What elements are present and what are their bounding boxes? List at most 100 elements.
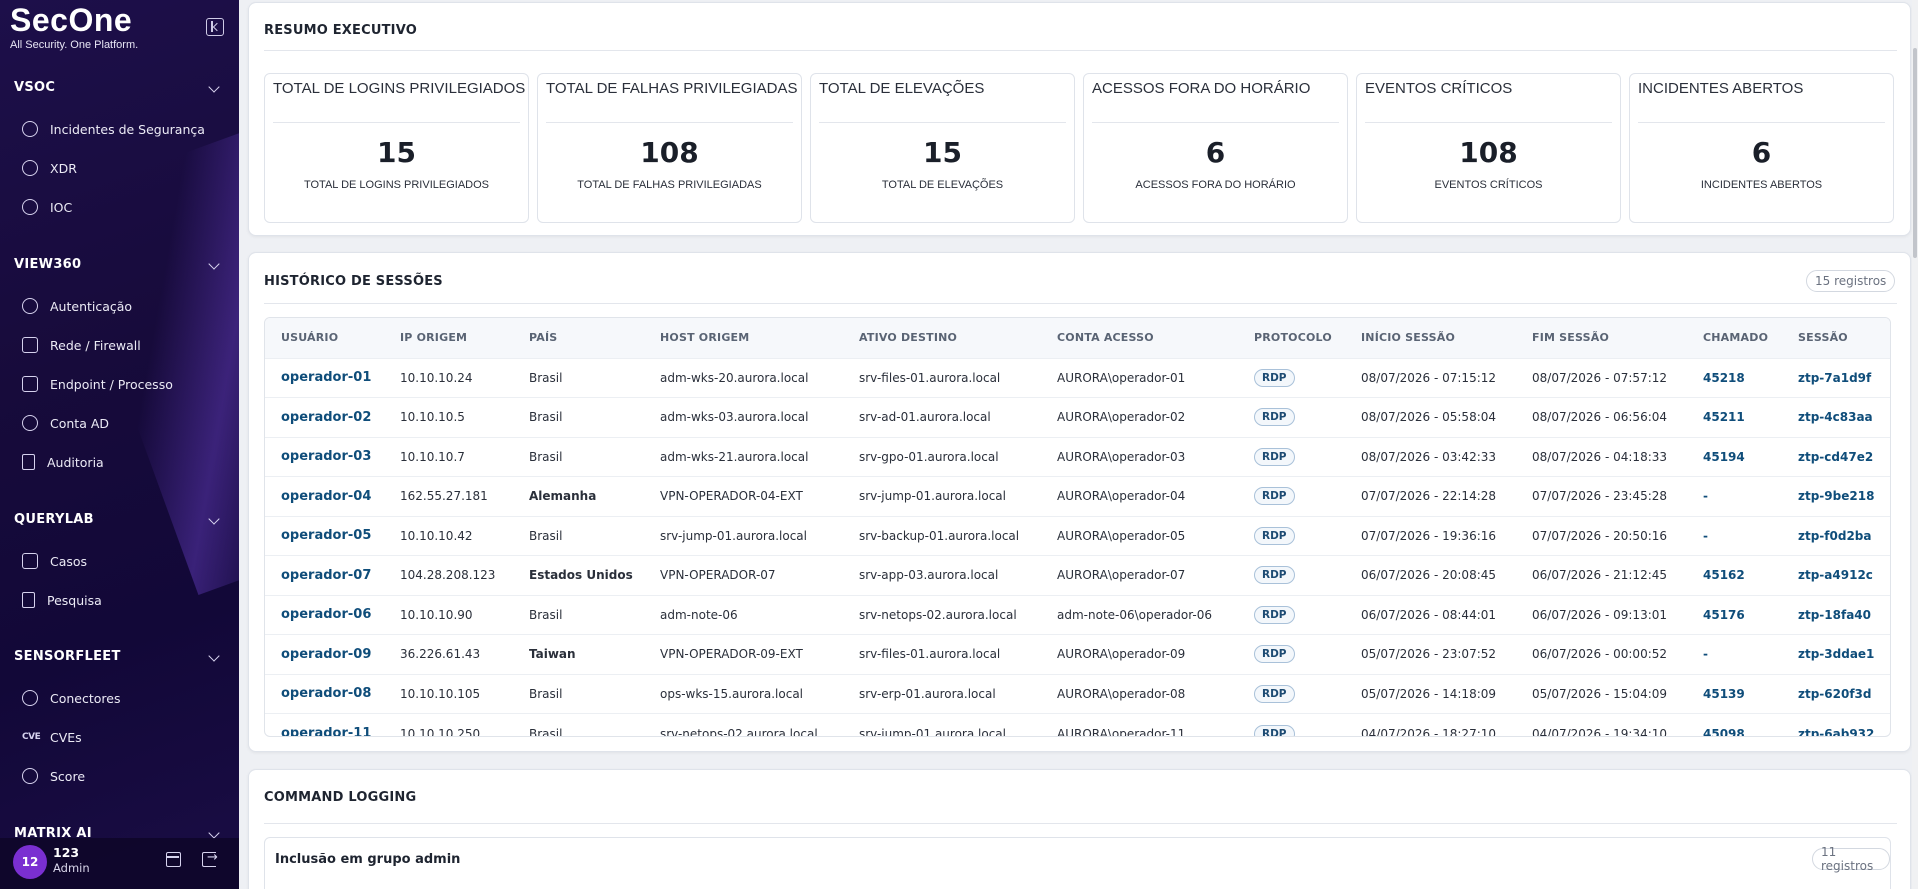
- session-link[interactable]: ztp-3ddae1: [1782, 634, 1890, 674]
- audit-doc-icon: [22, 454, 35, 470]
- kpi-value: 15: [923, 136, 962, 169]
- sidebar: SecOne All Security. One Platform. VSOC …: [0, 0, 239, 889]
- kpi-subtitle: TOTAL DE FALHAS PRIVILEGIADAS: [577, 179, 762, 191]
- divider: [546, 122, 793, 123]
- calendar-icon[interactable]: [166, 852, 181, 867]
- table-row[interactable]: operador-04 162.55.27.181 Alemanha VPN-OPER…: [265, 476, 1890, 516]
- column-header[interactable]: PROTOCOLO: [1238, 318, 1345, 358]
- sessions-table: USUÁRIO IP ORIGEM PAÍS HOST ORIGEM ATIVO DES…: [264, 317, 1891, 737]
- table-row[interactable]: operador-07 104.28.208.123 Estados Unidos V…: [265, 555, 1890, 595]
- divider: [1092, 122, 1339, 123]
- session-link[interactable]: ztp-9be218: [1782, 476, 1890, 516]
- section-vsoc[interactable]: VSOC: [14, 80, 224, 100]
- table-row[interactable]: operador-03 10.10.10.7 Brasil adm-wks-21.au…: [265, 436, 1890, 477]
- user-link[interactable]: operador-09: [265, 634, 384, 674]
- sidebar-item-conta-ad[interactable]: Conta AD: [22, 412, 222, 434]
- sidebar-item-pesquisa[interactable]: Pesquisa: [22, 589, 222, 611]
- session-link[interactable]: ztp-18fa40: [1782, 594, 1890, 635]
- protocol-cell: RDP: [1238, 357, 1345, 398]
- command-group-card[interactable]: Inclusão em grupo admin 11 registros: [264, 837, 1891, 889]
- sidebar-item-rede-firewall[interactable]: Rede / Firewall: [22, 334, 222, 356]
- sidebar-item-endpoint[interactable]: Endpoint / Processo: [22, 373, 222, 395]
- sidebar-item-conectores[interactable]: Conectores: [22, 687, 222, 709]
- user-link[interactable]: operador-05: [265, 515, 384, 556]
- sidebar-item-cves[interactable]: CVE CVEs: [22, 726, 222, 748]
- user-link[interactable]: operador-01: [265, 357, 384, 398]
- sidebar-item-incidentes[interactable]: Incidentes de Segurança: [22, 118, 222, 140]
- sidebar-item-label: Rede / Firewall: [50, 337, 141, 353]
- user-link[interactable]: operador-04: [265, 476, 384, 516]
- sidebar-item-casos[interactable]: Casos: [22, 550, 222, 572]
- ticket-link[interactable]: -: [1687, 515, 1782, 556]
- column-header[interactable]: USUÁRIO: [265, 318, 384, 358]
- divider: [264, 50, 1897, 51]
- section-sensorfleet[interactable]: SENSORFLEET: [14, 649, 224, 669]
- gauge-icon: [22, 768, 38, 784]
- session-link[interactable]: ztp-f0d2ba: [1782, 515, 1890, 556]
- sidebar-item-autenticacao[interactable]: Autenticação: [22, 295, 222, 317]
- brand-logo[interactable]: SecOne All Security. One Platform.: [10, 2, 138, 52]
- ticket-link[interactable]: -: [1687, 634, 1782, 674]
- table-cell: srv-backup-01.aurora.local: [843, 515, 1041, 556]
- column-header[interactable]: INÍCIO SESSÃO: [1345, 318, 1516, 358]
- sidebar-item-xdr[interactable]: XDR: [22, 157, 222, 179]
- session-link[interactable]: ztp-620f3d: [1782, 673, 1890, 714]
- ticket-link[interactable]: 45176: [1687, 594, 1782, 635]
- user-link[interactable]: operador-03: [265, 436, 384, 477]
- protocol-badge: RDP: [1254, 526, 1295, 545]
- user-link[interactable]: operador-08: [265, 673, 384, 714]
- table-row[interactable]: operador-05 10.10.10.42 Brasil srv-jump-01.…: [265, 515, 1890, 556]
- table-row[interactable]: operador-08 10.10.10.105 Brasil ops-wks-15.…: [265, 673, 1890, 714]
- ticket-link[interactable]: 45194: [1687, 436, 1782, 477]
- chevron-down-icon: [208, 650, 220, 662]
- sidebar-item-score[interactable]: Score: [22, 765, 222, 787]
- user-link[interactable]: operador-06: [265, 594, 384, 635]
- divider: [1638, 122, 1885, 123]
- user-link[interactable]: operador-07: [265, 555, 384, 595]
- column-header[interactable]: HOST ORIGEM: [644, 318, 843, 358]
- ticket-link[interactable]: 45211: [1687, 397, 1782, 437]
- table-row[interactable]: operador-01 10.10.10.24 Brasil adm-wks-20.a…: [265, 357, 1890, 398]
- session-link[interactable]: ztp-4c83aa: [1782, 397, 1890, 437]
- table-row[interactable]: operador-06 10.10.10.90 Brasil adm-note-06 s…: [265, 594, 1890, 635]
- section-querylab[interactable]: QUERYLAB: [14, 512, 224, 532]
- table-cell: AURORA\operador-01: [1041, 357, 1238, 398]
- column-header[interactable]: CHAMADO: [1687, 318, 1782, 358]
- column-header[interactable]: PAÍS: [513, 318, 644, 358]
- table-row[interactable]: operador-02 10.10.10.5 Brasil adm-wks-03.au…: [265, 397, 1890, 437]
- column-header[interactable]: ATIVO DESTINO: [843, 318, 1041, 358]
- kpi-card-falhas: TOTAL DE FALHAS PRIVILEGIADAS 108 TOTAL …: [537, 73, 802, 223]
- session-link[interactable]: ztp-a4912c: [1782, 555, 1890, 595]
- user-link[interactable]: operador-02: [265, 397, 384, 437]
- table-row[interactable]: operador-11 10.10.10.250 Brasil srv-netops-…: [265, 713, 1890, 736]
- sidebar-item-auditoria[interactable]: Auditoria: [22, 451, 222, 473]
- table-cell: 06/07/2026 - 08:44:01: [1345, 594, 1516, 635]
- logout-icon[interactable]: [202, 850, 218, 867]
- column-header[interactable]: FIM SESSÃO: [1516, 318, 1687, 358]
- table-cell: 10.10.10.90: [384, 594, 513, 635]
- ticket-link[interactable]: 45218: [1687, 357, 1782, 398]
- ticket-link[interactable]: 45098: [1687, 713, 1782, 736]
- session-link[interactable]: ztp-7a1d9f: [1782, 357, 1890, 398]
- protocol-badge: RDP: [1254, 408, 1295, 427]
- column-header[interactable]: CONTA ACESSO: [1041, 318, 1238, 358]
- section-view360[interactable]: VIEW360: [14, 257, 224, 277]
- session-link[interactable]: ztp-6ab932: [1782, 713, 1890, 736]
- ticket-link[interactable]: 45162: [1687, 555, 1782, 595]
- sidebar-item-ioc[interactable]: IOC: [22, 196, 222, 218]
- kpi-subtitle: ACESSOS FORA DO HORÁRIO: [1135, 179, 1296, 191]
- table-cell: Alemanha: [513, 476, 644, 516]
- scrollbar-thumb[interactable]: [1913, 48, 1917, 258]
- ticket-link[interactable]: -: [1687, 476, 1782, 516]
- column-header[interactable]: IP ORIGEM: [384, 318, 513, 358]
- session-link[interactable]: ztp-cd47e2: [1782, 436, 1890, 477]
- user-link[interactable]: operador-11: [265, 713, 384, 736]
- table-row[interactable]: operador-09 36.226.61.43 Taiwan VPN-OPERADO…: [265, 634, 1890, 674]
- avatar[interactable]: 12: [13, 845, 47, 879]
- ticket-link[interactable]: 45139: [1687, 673, 1782, 714]
- sidebar-collapse-icon[interactable]: [206, 18, 224, 36]
- protocol-cell: RDP: [1238, 594, 1345, 635]
- column-header[interactable]: SESSÃO: [1782, 318, 1890, 358]
- table-cell: srv-erp-01.aurora.local: [843, 673, 1041, 714]
- table-cell: VPN-OPERADOR-04-EXT: [644, 476, 843, 516]
